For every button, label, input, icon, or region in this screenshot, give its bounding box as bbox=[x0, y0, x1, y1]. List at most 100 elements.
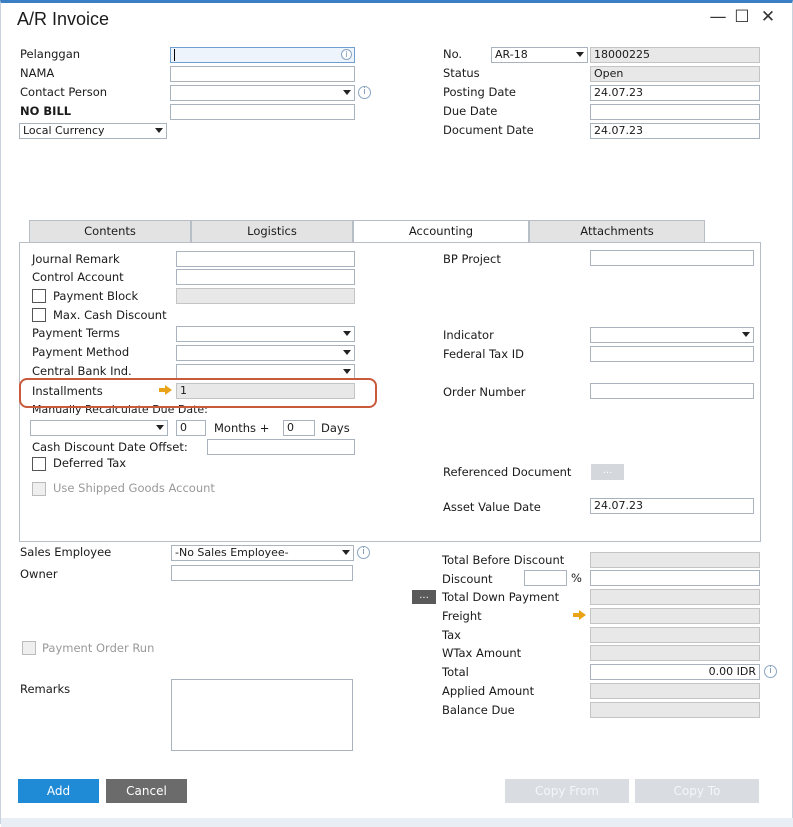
chevron-down-icon bbox=[742, 332, 750, 337]
chevron-down-icon bbox=[156, 425, 164, 430]
indicator-label: Indicator bbox=[443, 328, 494, 342]
status-field: Open bbox=[590, 66, 760, 82]
currency-select[interactable]: Local Currency bbox=[19, 123, 167, 139]
payment-block-field bbox=[176, 288, 355, 304]
add-button[interactable]: Add bbox=[18, 779, 99, 803]
sales-employee-select[interactable]: -No Sales Employee- bbox=[171, 545, 354, 561]
currency-value: Local Currency bbox=[23, 124, 105, 137]
wtax-field bbox=[590, 645, 760, 661]
payment-terms-label: Payment Terms bbox=[32, 326, 120, 340]
info-icon[interactable]: i bbox=[358, 86, 371, 99]
down-payment-button[interactable]: ... bbox=[412, 590, 436, 604]
copy-to-button: Copy To bbox=[635, 779, 759, 803]
currency-exchange-icon[interactable]: i bbox=[764, 665, 777, 678]
control-account-field[interactable] bbox=[176, 269, 355, 285]
chevron-down-icon bbox=[343, 90, 351, 95]
cash-discount-offset-field[interactable] bbox=[207, 439, 355, 455]
maximize-icon[interactable]: ☐ bbox=[731, 7, 753, 27]
customer-field[interactable]: i bbox=[170, 47, 355, 63]
posting-date-label: Posting Date bbox=[443, 85, 516, 99]
payment-block-checkbox[interactable] bbox=[32, 289, 46, 303]
name-field[interactable] bbox=[170, 66, 355, 82]
series-select[interactable]: AR-18 bbox=[491, 47, 588, 63]
link-arrow-icon[interactable] bbox=[573, 610, 586, 620]
close-icon[interactable]: ✕ bbox=[757, 7, 779, 27]
copy-from-button: Copy From bbox=[505, 779, 629, 803]
federal-tax-field[interactable] bbox=[590, 346, 754, 362]
tab-accounting[interactable]: Accounting bbox=[353, 220, 529, 243]
no-bill-field[interactable] bbox=[170, 104, 355, 120]
referenced-doc-button: ... bbox=[591, 464, 624, 480]
total-label: Total bbox=[442, 665, 469, 679]
posting-date-field[interactable]: 24.07.23 bbox=[590, 85, 760, 101]
months-label: Months + bbox=[214, 421, 270, 435]
wtax-label: WTax Amount bbox=[442, 646, 522, 660]
minimize-icon[interactable]: — bbox=[707, 7, 729, 27]
order-number-label: Order Number bbox=[443, 385, 526, 399]
tab-contents[interactable]: Contents bbox=[29, 220, 191, 242]
central-bank-label: Central Bank Ind. bbox=[32, 364, 132, 378]
balance-due-label: Balance Due bbox=[442, 703, 515, 717]
control-account-label: Control Account bbox=[32, 270, 124, 284]
order-number-field[interactable] bbox=[590, 383, 754, 399]
contact-person-select[interactable] bbox=[170, 85, 355, 101]
status-bar bbox=[1, 818, 793, 827]
indicator-select[interactable] bbox=[590, 327, 754, 343]
payment-method-select[interactable] bbox=[176, 345, 355, 361]
asset-value-date-label: Asset Value Date bbox=[443, 500, 541, 514]
window-title: A/R Invoice bbox=[17, 9, 110, 29]
max-cash-discount-checkbox[interactable] bbox=[32, 308, 46, 322]
total-field[interactable]: 0.00 IDR bbox=[590, 664, 760, 680]
tax-field bbox=[590, 627, 760, 643]
deferred-tax-checkbox[interactable] bbox=[32, 457, 46, 471]
ar-invoice-window: A/R Invoice — ☐ ✕ Pelanggan i NAMA Conta… bbox=[0, 0, 793, 827]
cancel-button[interactable]: Cancel bbox=[106, 779, 187, 803]
sales-employee-value: -No Sales Employee- bbox=[175, 546, 289, 559]
months-field[interactable]: 0 bbox=[176, 420, 206, 436]
tab-logistics[interactable]: Logistics bbox=[191, 220, 353, 242]
chevron-down-icon bbox=[343, 331, 351, 336]
percent-sign: % bbox=[571, 571, 582, 585]
shipped-goods-checkbox bbox=[32, 482, 46, 496]
discount-amount-field[interactable] bbox=[590, 570, 760, 586]
discount-label: Discount bbox=[442, 572, 493, 586]
remarks-textarea[interactable] bbox=[171, 679, 353, 751]
document-date-field[interactable]: 24.07.23 bbox=[590, 123, 760, 139]
shipped-goods-label: Use Shipped Goods Account bbox=[53, 481, 215, 495]
due-date-field[interactable] bbox=[590, 104, 760, 120]
discount-percent-field[interactable] bbox=[524, 570, 567, 586]
referenced-doc-label: Referenced Document bbox=[443, 465, 572, 479]
owner-label: Owner bbox=[20, 567, 58, 581]
bp-project-label: BP Project bbox=[443, 252, 501, 266]
chevron-down-icon bbox=[342, 550, 350, 555]
total-before-discount-label: Total Before Discount bbox=[442, 553, 565, 567]
chevron-down-icon bbox=[576, 52, 584, 57]
document-date-label: Document Date bbox=[443, 123, 534, 137]
applied-amount-label: Applied Amount bbox=[442, 684, 535, 698]
status-label: Status bbox=[443, 66, 480, 80]
payment-method-label: Payment Method bbox=[32, 345, 130, 359]
payment-terms-select[interactable] bbox=[176, 326, 355, 342]
sales-employee-label: Sales Employee bbox=[20, 545, 112, 559]
doc-number-field[interactable]: 18000225 bbox=[590, 47, 760, 63]
no-bill-label: NO BILL bbox=[20, 104, 72, 118]
list-icon[interactable]: i bbox=[341, 49, 352, 60]
chevron-down-icon bbox=[343, 369, 351, 374]
installments-highlight bbox=[19, 378, 377, 408]
balance-due-field bbox=[590, 702, 760, 718]
customer-label: Pelanggan bbox=[20, 47, 81, 61]
journal-remark-field[interactable] bbox=[176, 251, 355, 267]
bp-project-field[interactable] bbox=[590, 250, 754, 266]
payment-order-label: Payment Order Run bbox=[42, 641, 155, 655]
asset-value-date-field[interactable]: 24.07.23 bbox=[590, 498, 754, 514]
series-value: AR-18 bbox=[495, 48, 528, 61]
days-label: Days bbox=[321, 421, 350, 435]
recalc-select[interactable] bbox=[30, 420, 168, 436]
freight-field bbox=[590, 608, 760, 624]
tab-attachments[interactable]: Attachments bbox=[529, 220, 705, 242]
days-field[interactable]: 0 bbox=[283, 420, 315, 436]
owner-field[interactable] bbox=[171, 565, 353, 581]
total-down-payment-field bbox=[590, 589, 760, 605]
name-label: NAMA bbox=[20, 66, 55, 80]
info-icon[interactable]: i bbox=[357, 546, 370, 559]
